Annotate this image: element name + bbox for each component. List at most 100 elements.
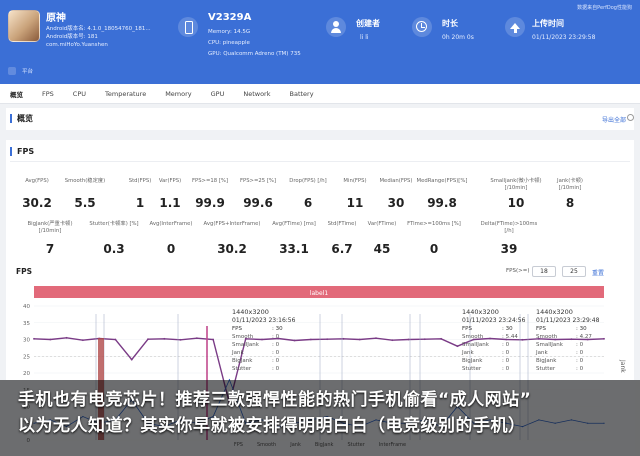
data-point bbox=[147, 338, 149, 341]
data-point bbox=[521, 338, 524, 341]
tab-network[interactable]: Network bbox=[243, 90, 270, 98]
data-source-note: 数据来自PerfDog性能狗 bbox=[577, 5, 632, 11]
tooltip-val: : 4.27 bbox=[576, 334, 592, 340]
tooltip-key: SmallJank bbox=[232, 342, 260, 348]
tooltip-key: Stutter bbox=[232, 366, 252, 372]
android-version: Android版本名: 4.1.0_18054760_181... bbox=[46, 26, 151, 32]
android-code: Android版本号: 181 bbox=[46, 34, 98, 40]
tab-fps[interactable]: FPS bbox=[42, 90, 54, 98]
creator-value: li li bbox=[360, 34, 369, 41]
tooltip-fps-val: : 30 bbox=[576, 326, 587, 332]
tooltip-key: Smooth bbox=[232, 334, 254, 340]
y-tick-label: 20 bbox=[23, 371, 30, 377]
y-tick-label: 35 bbox=[23, 321, 30, 327]
data-point bbox=[358, 338, 361, 341]
y-tick-label: 25 bbox=[23, 354, 30, 360]
divider bbox=[10, 161, 630, 162]
reset-button[interactable]: 重置 bbox=[592, 268, 604, 277]
tooltip-key: Stutter bbox=[536, 366, 556, 372]
tooltip-title: 1440x3200 bbox=[536, 308, 573, 316]
data-point bbox=[261, 338, 263, 341]
data-point bbox=[195, 337, 198, 340]
data-point bbox=[212, 338, 215, 341]
metric-label: Jank(卡顿) [/10min] bbox=[557, 178, 583, 191]
tab-bar: 概览 FPS CPU Temperature Memory GPU Networ… bbox=[0, 84, 640, 104]
clock-icon bbox=[412, 17, 432, 37]
phone-icon bbox=[178, 17, 198, 37]
device-gpu: GPU: Qualcomm Adreno (TM) 735 bbox=[208, 51, 301, 57]
tooltip-val: : 0 bbox=[502, 358, 510, 364]
tooltip-key: SmallJank bbox=[536, 342, 564, 348]
data-point bbox=[603, 337, 605, 340]
user-icon bbox=[326, 17, 346, 37]
tooltip-fps-key: FPS bbox=[462, 326, 472, 332]
data-point bbox=[570, 338, 573, 341]
tooltip-fps-key: FPS bbox=[232, 326, 242, 332]
fps-threshold-label: FPS(>=) bbox=[506, 268, 530, 274]
data-point bbox=[65, 336, 68, 339]
tooltip-fps-key: FPS bbox=[536, 326, 546, 332]
tab-memory[interactable]: Memory bbox=[165, 90, 191, 98]
metric-label: Delta(FTime)>100ms [/h] bbox=[480, 221, 538, 234]
data-point bbox=[33, 337, 35, 340]
y-tick-label: 30 bbox=[23, 338, 30, 344]
data-point bbox=[456, 345, 459, 348]
fps-section-title: FPS bbox=[10, 147, 34, 156]
data-point bbox=[130, 358, 133, 361]
data-point bbox=[407, 338, 410, 341]
overview-card bbox=[6, 108, 634, 130]
tab-battery[interactable]: Battery bbox=[290, 90, 314, 98]
caption-line-2: 以为无人知道？其实你早就被安排得明明白白（电竞级别的手机） bbox=[18, 416, 526, 436]
tooltip-key: Jank bbox=[535, 350, 548, 356]
data-point bbox=[114, 338, 117, 341]
creator-title: 创建者 bbox=[356, 19, 380, 28]
duration-value: 0h 20m 0s bbox=[442, 34, 474, 41]
tooltip-key: Jank bbox=[461, 350, 474, 356]
tooltip-key: Jank bbox=[231, 350, 244, 356]
tooltip-title: 1440x3200 bbox=[232, 308, 269, 316]
app-icon bbox=[8, 10, 40, 42]
overview-title: 概览 bbox=[10, 114, 33, 123]
data-point bbox=[163, 337, 166, 340]
device-cpu: CPU: pineapple bbox=[208, 40, 250, 46]
data-point bbox=[391, 339, 394, 342]
tooltip-fps-val: : 30 bbox=[502, 326, 513, 332]
fps-threshold-2-input[interactable]: 25 bbox=[562, 266, 586, 277]
device-memory: Memory: 14.5G bbox=[208, 29, 251, 35]
tag-text: 平台 bbox=[22, 69, 34, 75]
fps-threshold-1-input[interactable]: 18 bbox=[532, 266, 556, 277]
tooltip-val: : 0 bbox=[576, 350, 584, 356]
metric-value: 39 bbox=[500, 242, 518, 256]
data-point bbox=[489, 337, 491, 340]
tooltip-time: 01/11/2023 23:16:56 bbox=[232, 317, 296, 324]
tooltip-val: : 5.44 bbox=[502, 334, 518, 340]
tooltip-title: 1440x3200 bbox=[462, 308, 499, 316]
collapse-icon[interactable] bbox=[627, 114, 634, 121]
data-point bbox=[309, 338, 312, 341]
tooltip-key: BigJank bbox=[462, 358, 483, 364]
upload-value: 01/11/2023 23:29:58 bbox=[532, 34, 596, 41]
y2-axis-label: Jank bbox=[619, 359, 626, 373]
app-name: 原神 bbox=[46, 13, 66, 24]
upload-title: 上传时间 bbox=[532, 19, 564, 28]
tab-gpu[interactable]: GPU bbox=[211, 90, 225, 98]
tooltip-val: : 0 bbox=[272, 334, 280, 340]
tooltip-val: : 0 bbox=[502, 366, 510, 372]
data-point bbox=[423, 338, 426, 341]
metric-value: 8 bbox=[565, 196, 575, 210]
data-point bbox=[375, 337, 377, 340]
tooltip-key: Stutter bbox=[462, 366, 482, 372]
device-model: V2329A bbox=[208, 12, 252, 23]
tab-overview[interactable]: 概览 bbox=[10, 89, 23, 99]
tooltip-key: SmallJank bbox=[462, 342, 490, 348]
export-all-link[interactable]: 导出全部 bbox=[602, 115, 626, 124]
tooltip-val: : 0 bbox=[272, 342, 280, 348]
tooltip-val: : 0 bbox=[272, 350, 280, 356]
data-point bbox=[440, 337, 443, 340]
tab-cpu[interactable]: CPU bbox=[73, 90, 86, 98]
tab-temperature[interactable]: Temperature bbox=[105, 90, 146, 98]
tag-chip[interactable] bbox=[8, 67, 16, 75]
tooltip-key: BigJank bbox=[536, 358, 557, 364]
package-name: com.miHoYo.Yuanshen bbox=[46, 42, 108, 48]
data-point bbox=[326, 338, 329, 341]
